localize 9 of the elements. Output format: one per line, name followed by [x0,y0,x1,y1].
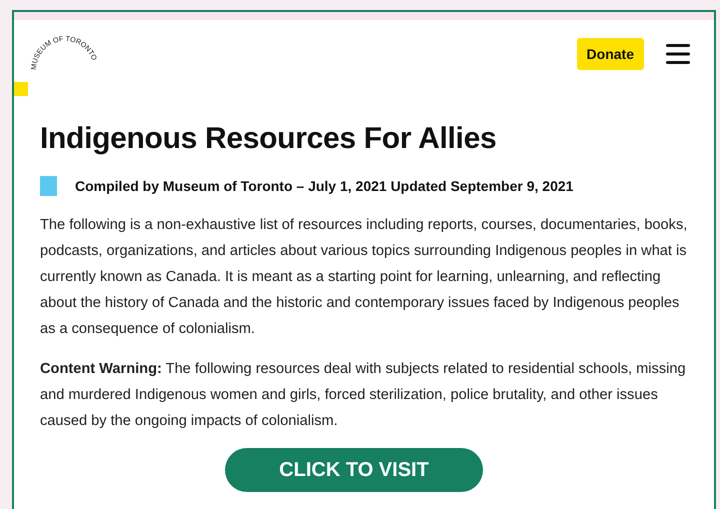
page-title: Indigenous Resources For Allies [40,122,498,156]
warning-paragraph: Content Warning: The following resources deal with subjects related to residential schools, missing and murdered Indigenous women and girls, forced sterilization, police brutality, and other issues caused by the ongoing impacts of colonialism. [40,360,687,431]
donate-button[interactable]: Donate [576,38,644,70]
menu-icon[interactable] [666,44,690,64]
byline: Compiled by Museum of Toronto – July 1, 2021 Updated September 9, 2021 [75,178,574,194]
intro-paragraph: The following is a non-exhaustive list of resources including reports, courses, documentaries, books, podcasts, organizations, and articles about various topics surrounding Indigenous peoples in what is currently known as Canada. It is meant as a starting point for learning, unlearning, and reflecting about the history of Canada and the historic and contemporary issues faced by Indigenous peoples as a consequence of colonialism. [40,216,688,339]
square-mark [40,176,57,196]
square-mark [14,82,28,96]
visit-button[interactable]: CLICK TO VISIT [225,448,483,492]
